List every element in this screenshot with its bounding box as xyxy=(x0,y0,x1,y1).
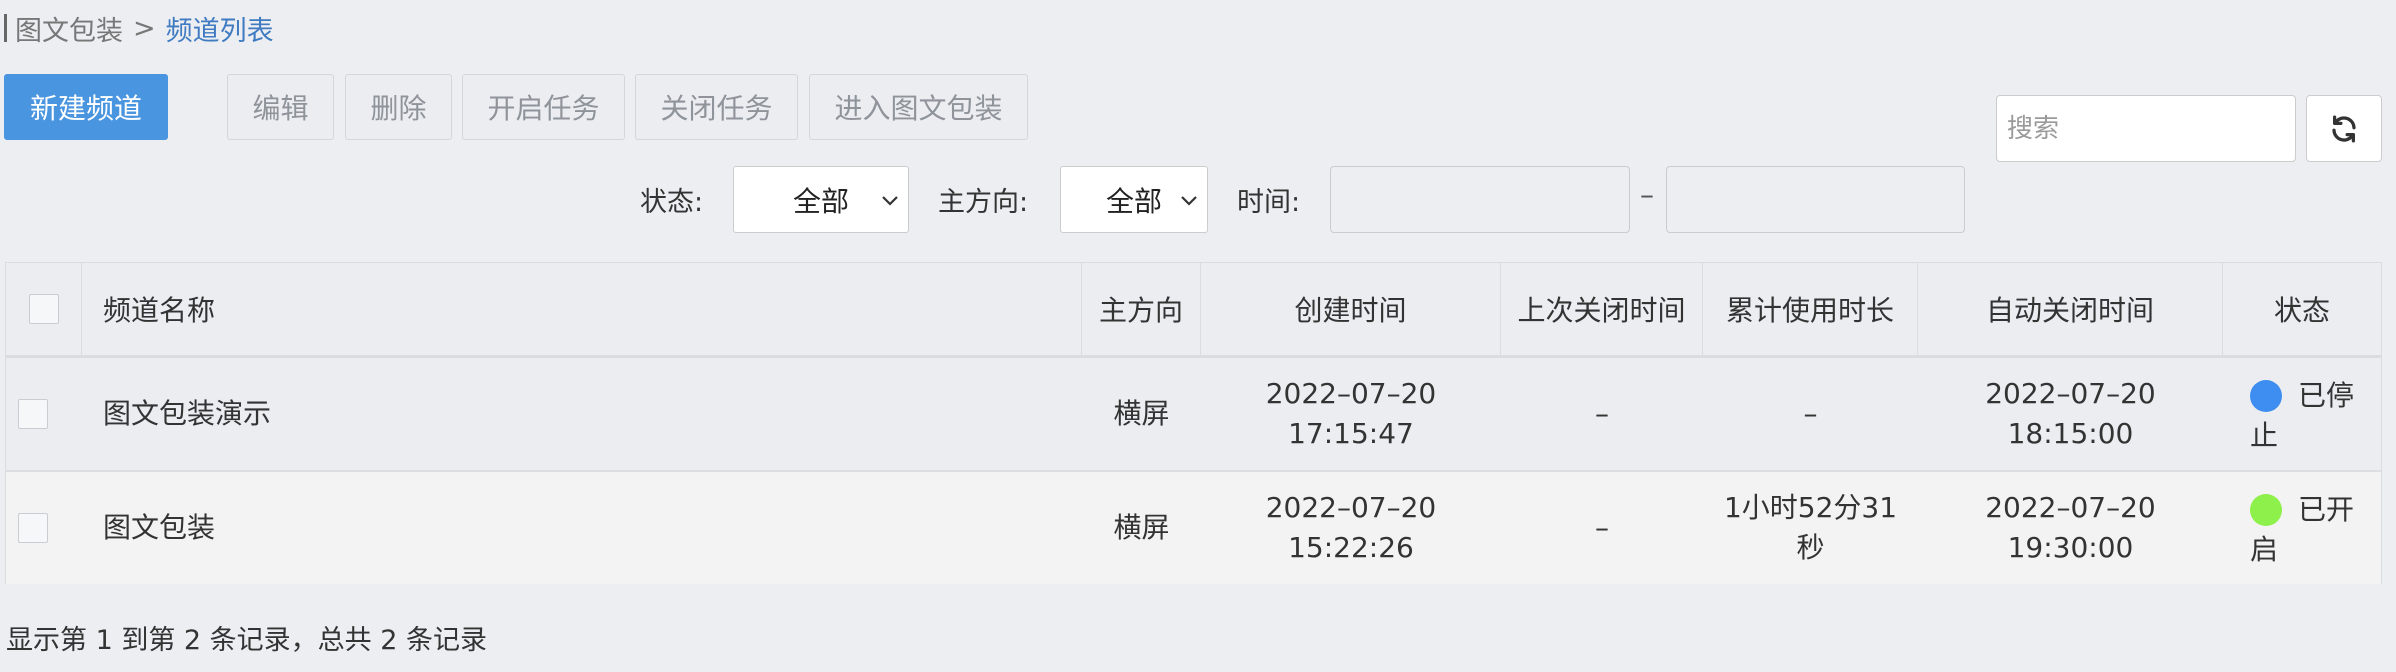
direction-cell: 横屏 xyxy=(1113,511,1170,544)
row-checkbox[interactable] xyxy=(18,513,48,543)
status-filter-select[interactable]: 全部 xyxy=(733,166,909,233)
last-closed-cell: – xyxy=(1595,511,1609,544)
last-closed-cell: – xyxy=(1595,397,1609,430)
pagination-summary: 显示第 1 到第 2 条记录，总共 2 条记录 xyxy=(6,625,488,656)
auto-close-clock: 19:30:00 xyxy=(2007,531,2134,564)
table-row[interactable]: 图文包装 横屏 2022–07–20 15:22:26 – 1小时52分31秒 … xyxy=(6,472,2381,584)
chevron-down-icon xyxy=(1181,196,1197,206)
row-checkbox[interactable] xyxy=(18,399,48,429)
breadcrumb-home[interactable]: 图文包装 xyxy=(15,9,123,48)
total-usage-cell: – xyxy=(1803,397,1818,430)
auto-close-date: 2022–07–20 xyxy=(1985,377,2156,410)
breadcrumb: 图文包装 > 频道列表 xyxy=(4,8,274,48)
start-task-button[interactable]: 开启任务 xyxy=(462,74,625,140)
status-cell: 已开启 xyxy=(2250,490,2370,570)
refresh-button[interactable] xyxy=(2306,95,2382,162)
chevron-down-icon xyxy=(882,196,898,206)
created-time-cell: 2022–07–20 15:22:26 xyxy=(1201,472,1501,584)
breadcrumb-separator: > xyxy=(133,12,156,44)
enter-package-button[interactable]: 进入图文包装 xyxy=(809,74,1028,140)
column-header-last-closed[interactable]: 上次关闭时间 xyxy=(1501,263,1703,355)
direction-filter-select[interactable]: 全部 xyxy=(1060,166,1208,233)
column-header-total-usage[interactable]: 累计使用时长 xyxy=(1703,263,1918,355)
status-cell: 已停止 xyxy=(2250,376,2370,456)
auto-close-clock: 18:15:00 xyxy=(2007,417,2134,450)
column-header-status[interactable]: 状态 xyxy=(2223,263,2381,355)
column-header-name[interactable]: 频道名称 xyxy=(82,263,1082,355)
start-date-input[interactable] xyxy=(1330,166,1630,233)
refresh-icon xyxy=(2332,115,2356,142)
direction-cell: 横屏 xyxy=(1113,397,1170,430)
created-date: 2022–07–20 xyxy=(1265,491,1437,524)
table-row[interactable]: 图文包装演示 横屏 2022–07–20 17:15:47 – – 2022–0… xyxy=(6,358,2381,472)
status-text: 已停止 xyxy=(2250,379,2355,452)
direction-filter-label: 主方向: xyxy=(938,187,1029,218)
created-clock: 15:22:26 xyxy=(1288,531,1414,564)
end-date-input[interactable] xyxy=(1666,166,1965,233)
auto-close-cell: 2022–07–20 19:30:00 xyxy=(1918,472,2223,584)
breadcrumb-bar xyxy=(4,14,7,42)
channel-name: 图文包装 xyxy=(103,511,216,544)
created-clock: 17:15:47 xyxy=(1288,417,1414,450)
created-time-cell: 2022–07–20 17:15:47 xyxy=(1201,358,1501,470)
column-header-direction[interactable]: 主方向 xyxy=(1082,263,1201,355)
auto-close-cell: 2022–07–20 18:15:00 xyxy=(1918,358,2223,470)
new-channel-button[interactable]: 新建频道 xyxy=(4,74,168,140)
header-select-all-cell xyxy=(6,263,82,355)
created-date: 2022–07–20 xyxy=(1265,377,1437,410)
auto-close-date: 2022–07–20 xyxy=(1985,491,2156,524)
date-range-separator: – xyxy=(1640,178,1654,211)
channel-name: 图文包装演示 xyxy=(103,397,272,430)
delete-button[interactable]: 删除 xyxy=(345,74,452,140)
status-filter-label: 状态: xyxy=(640,187,704,218)
column-header-auto-close[interactable]: 自动关闭时间 xyxy=(1918,263,2223,355)
total-usage-cell: 1小时52分31秒 xyxy=(1723,491,1898,564)
edit-button[interactable]: 编辑 xyxy=(227,74,334,140)
breadcrumb-current: 频道列表 xyxy=(165,15,274,47)
column-header-created[interactable]: 创建时间 xyxy=(1201,263,1501,355)
time-filter-label: 时间: xyxy=(1237,187,1301,218)
status-text: 已开启 xyxy=(2250,493,2355,566)
select-all-checkbox[interactable] xyxy=(28,294,59,324)
search-input[interactable] xyxy=(1996,95,2296,162)
channel-table: 频道名称 主方向 创建时间 上次关闭时间 累计使用时长 自动关闭时间 状态 图文… xyxy=(5,262,2382,584)
close-task-button[interactable]: 关闭任务 xyxy=(635,74,798,140)
